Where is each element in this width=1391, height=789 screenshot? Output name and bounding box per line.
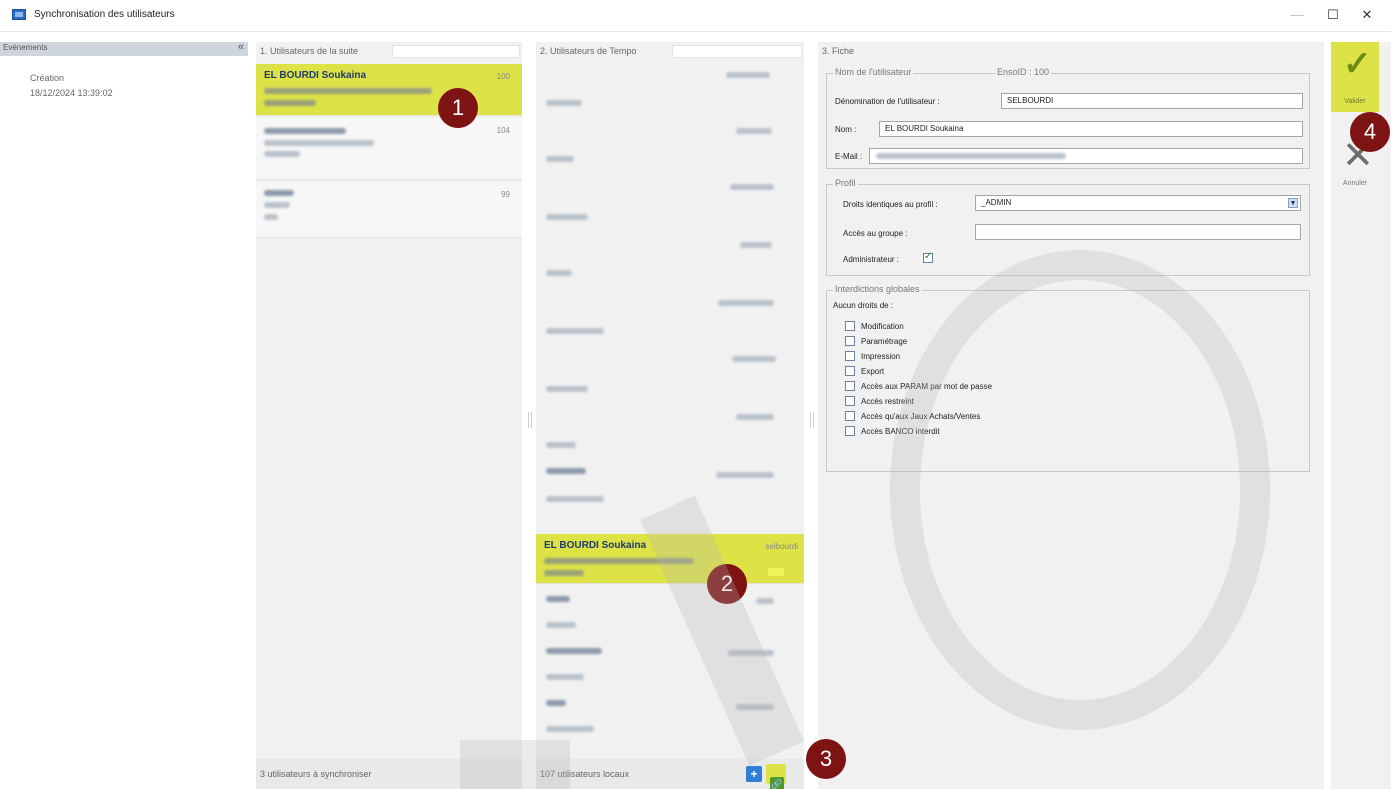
- validate-button[interactable]: ✓ Valider: [1331, 42, 1379, 112]
- denomination-field[interactable]: SELBOURDI: [1001, 93, 1303, 109]
- collapse-icon[interactable]: «: [238, 41, 244, 53]
- impression-checkbox[interactable]: [845, 351, 855, 361]
- suite-user-row[interactable]: 99: [256, 182, 522, 238]
- interdictions-subtitle: Aucun droits de :: [833, 301, 894, 310]
- link-users-button[interactable]: 🔗: [766, 764, 786, 789]
- app-icon: [12, 9, 26, 20]
- parametrage-checkbox[interactable]: [845, 336, 855, 346]
- event-date: 18/12/2024 13:39:02: [30, 88, 113, 98]
- acces-groupe-field[interactable]: [975, 224, 1301, 240]
- maximize-button[interactable]: ☐: [1322, 6, 1344, 24]
- interdictions-group-title: Interdictions globales: [833, 284, 922, 294]
- modification-checkbox[interactable]: [845, 321, 855, 331]
- user-id: 99: [501, 190, 510, 199]
- suite-users-title: 1. Utilisateurs de la suite: [260, 46, 359, 56]
- acces-param-checkbox[interactable]: [845, 381, 855, 391]
- acces-restreint-checkbox[interactable]: [845, 396, 855, 406]
- tempo-users-footer: 107 utilisateurs locaux + 🔗: [536, 759, 804, 789]
- chevron-down-icon[interactable]: ▼: [1288, 198, 1298, 208]
- events-header-label: Evénements: [3, 43, 48, 52]
- impression-label: Impression: [861, 352, 901, 361]
- tempo-users-search-input[interactable]: [672, 45, 802, 58]
- user-name: EL BOURDI Soukaina: [264, 70, 367, 81]
- acces-banco-checkbox[interactable]: [845, 426, 855, 436]
- window-title: Synchronisation des utilisateurs: [34, 9, 175, 20]
- user-login: selbourdi: [765, 542, 798, 551]
- splitter-handle[interactable]: [528, 412, 532, 428]
- step-marker-1: 1: [438, 88, 478, 128]
- suite-user-row[interactable]: 104: [256, 118, 522, 180]
- check-icon: ✓: [1343, 45, 1372, 83]
- event-label[interactable]: Création: [30, 73, 64, 83]
- minimize-button[interactable]: —: [1286, 6, 1308, 24]
- cancel-label: Annuler: [1342, 180, 1368, 187]
- action-bar: ✓ Valider ✕ Annuler: [1331, 42, 1391, 789]
- tempo-users-title: 2. Utilisateurs de Tempo: [540, 46, 637, 56]
- admin-checkbox[interactable]: [923, 251, 933, 263]
- events-panel: Evénements « Création 18/12/2024 13:39:0…: [0, 41, 248, 789]
- admin-label: Administrateur :: [843, 255, 900, 264]
- denomination-label: Dénomination de l'utilisateur :: [835, 97, 940, 106]
- link-icon: 🔗: [770, 777, 784, 789]
- close-button[interactable]: ✕: [1356, 6, 1378, 24]
- droits-label: Droits identiques au profil :: [843, 200, 938, 209]
- enso-id: EnsoID : 100: [995, 67, 1052, 77]
- user-id: 104: [496, 126, 510, 135]
- user-name-group: Nom de l'utilisateur EnsoID : 100 Dénomi…: [826, 67, 1310, 169]
- email-field[interactable]: [869, 148, 1303, 164]
- user-id: 100: [496, 72, 510, 81]
- title-bar: Synchronisation des utilisateurs — ☐ ✕: [0, 0, 1391, 32]
- watermark-shape: [890, 250, 1270, 730]
- suite-users-count: 3 utilisateurs à synchroniser: [260, 769, 372, 779]
- suite-user-row[interactable]: EL BOURDI Soukaina 100: [256, 64, 522, 116]
- suite-users-search-input[interactable]: [392, 45, 520, 58]
- step-marker-3: 3: [806, 739, 846, 779]
- validate-label: Valider: [1344, 98, 1366, 105]
- export-checkbox[interactable]: [845, 366, 855, 376]
- watermark-shape: [460, 740, 570, 789]
- suite-users-panel: 1. Utilisateurs de la suite EL BOURDI So…: [256, 42, 522, 789]
- parametrage-label: Paramétrage: [861, 337, 908, 346]
- nom-field[interactable]: EL BOURDI Soukaina: [879, 121, 1303, 137]
- form-title: 3. Fiche: [822, 46, 855, 56]
- splitter-handle[interactable]: [810, 412, 814, 428]
- droits-value: _ADMIN: [981, 198, 1012, 207]
- tempo-users-list[interactable]: [536, 64, 804, 534]
- acces-groupe-label: Accès au groupe :: [843, 229, 908, 238]
- email-label: E-Mail :: [835, 152, 863, 161]
- user-name-group-title: Nom de l'utilisateur: [833, 67, 914, 77]
- user-name: EL BOURDI Soukaina: [544, 540, 647, 551]
- nom-label: Nom :: [835, 125, 857, 134]
- export-label: Export: [861, 367, 885, 376]
- modification-label: Modification: [861, 322, 904, 331]
- profil-group-title: Profil: [833, 178, 858, 188]
- droits-select[interactable]: _ADMIN ▼: [975, 195, 1301, 211]
- step-marker-4: 4: [1350, 112, 1390, 152]
- events-header: Evénements: [0, 42, 248, 56]
- add-user-button[interactable]: +: [746, 766, 762, 782]
- acces-jaux-checkbox[interactable]: [845, 411, 855, 421]
